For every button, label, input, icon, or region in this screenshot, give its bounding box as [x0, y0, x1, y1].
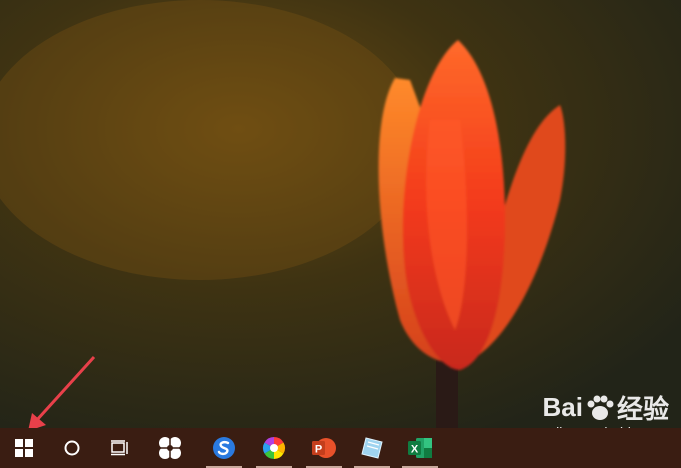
- powerpoint-icon: P: [312, 438, 336, 458]
- taskbar-app-swirl[interactable]: [252, 428, 296, 468]
- glass-notes-icon: [361, 437, 383, 459]
- task-view-icon: [111, 440, 128, 456]
- cortana-circle-icon: [64, 440, 80, 456]
- taskbar-app-excel[interactable]: X: [398, 428, 442, 468]
- sogou-s-icon: [213, 437, 235, 459]
- paw-icon: [587, 395, 614, 420]
- watermark-brand-left: Bai: [542, 392, 583, 422]
- excel-icon: X: [408, 438, 432, 458]
- pinwheel-icon: [159, 437, 181, 459]
- watermark-brand-right: 经验: [616, 394, 669, 424]
- taskbar: P X: [0, 428, 681, 468]
- search-button[interactable]: [50, 428, 94, 468]
- annotation-arrow: [28, 355, 96, 431]
- taskbar-app-notes[interactable]: [350, 428, 394, 468]
- taskbar-app-pinwheel[interactable]: [148, 428, 192, 468]
- taskbar-app-sogou[interactable]: [202, 428, 246, 468]
- task-view-button[interactable]: [98, 428, 142, 468]
- powerpoint-letter: P: [315, 444, 322, 456]
- taskbar-app-powerpoint[interactable]: P: [302, 428, 346, 468]
- start-button[interactable]: [2, 428, 46, 468]
- desktop-wallpaper: [0, 0, 681, 430]
- rainbow-swirl-icon: [263, 437, 285, 459]
- excel-letter: X: [411, 444, 419, 456]
- baidu-logo: Bai 经验: [543, 389, 669, 426]
- windows-logo-icon: [15, 439, 33, 457]
